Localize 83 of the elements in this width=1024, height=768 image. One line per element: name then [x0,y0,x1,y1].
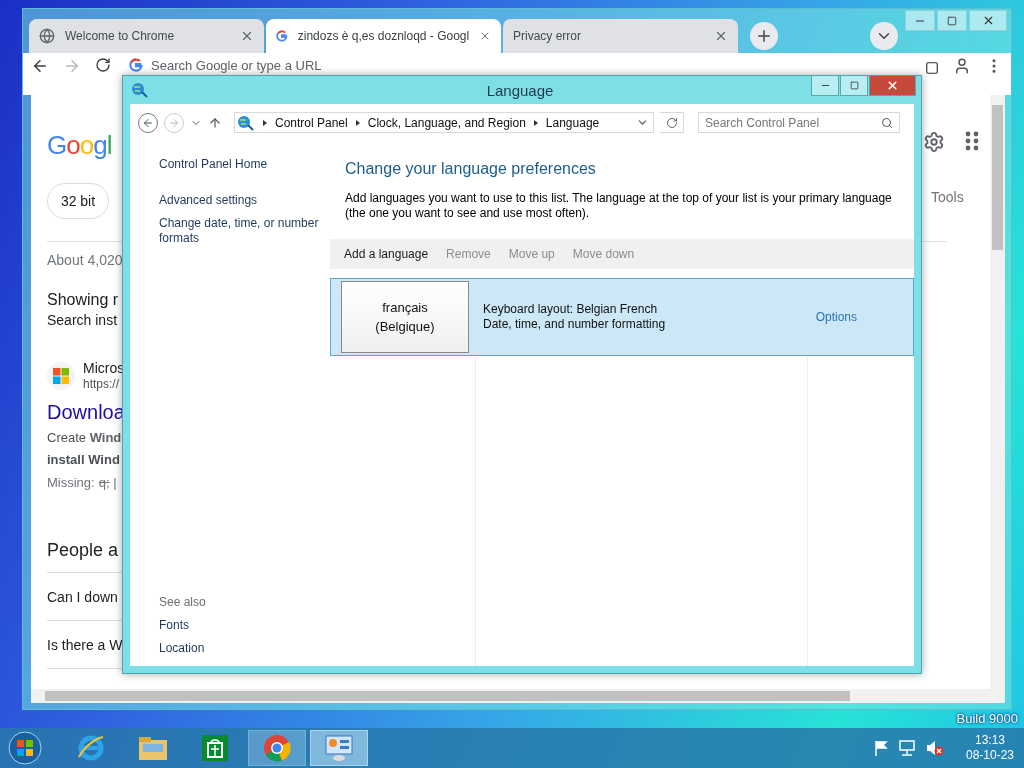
sidebar-link[interactable]: Location [159,641,330,656]
globe-icon [39,28,55,44]
close-icon[interactable] [240,29,254,43]
clock-date[interactable]: 08-10-23 [965,748,1014,763]
refresh-button[interactable] [660,112,684,133]
google-logo: Googl [47,129,113,162]
language-name: français [382,299,428,317]
breadcrumb-item[interactable]: Control Panel [275,115,348,130]
result-link[interactable]: Downloa [47,401,125,423]
close-icon[interactable] [479,29,491,43]
maximize-icon [849,81,859,90]
plus-icon [755,27,773,45]
flag-icon[interactable] [873,740,888,756]
refresh-icon [665,116,678,129]
separator: | [112,475,117,490]
browser-tab[interactable]: Welcome to Chrome [29,19,264,53]
reload-icon[interactable] [95,57,111,73]
toolbar-button[interactable]: Add a language [344,247,429,261]
maximize-button[interactable] [937,10,967,31]
sidebar-link[interactable]: Advanced settings [159,193,330,208]
language-detail: Keyboard layout: Belgian French [483,302,659,317]
google-g-icon [129,58,143,72]
new-tab-button[interactable] [750,22,778,50]
sidebar-link[interactable]: Change date, time, or number formats [159,216,330,246]
muted-speaker-icon[interactable] [925,740,944,756]
page-description: Add languages you want to use to this list. The language at the top of your list is your primary language (the one you want to see and use most often). [345,191,893,221]
missing-label: Missing: [47,475,95,490]
google-g-icon [276,29,288,43]
sidebar-link[interactable]: Fonts [159,618,330,633]
tools-button[interactable]: Tools [931,189,964,205]
close-button[interactable] [869,76,916,96]
language-row[interactable]: français (Belgique) Keyboard layout: Belgian French Date, time, and number formatting Options [330,278,914,356]
store-bag-icon [201,734,229,762]
browser-e-icon [76,733,106,763]
control-panel-icon [323,733,355,763]
close-icon[interactable] [714,29,728,43]
address-bar[interactable]: Control Panel Clock, Language, and Region Language [234,112,654,133]
language-region: (Belgique) [375,318,435,336]
result-snippet: Create Wind [47,430,122,445]
options-link[interactable]: Options [815,310,857,324]
back-icon[interactable] [31,57,49,75]
back-arrow-icon [142,116,154,129]
language-detail: Date, time, and number formatting [483,317,667,332]
apps-grid-icon[interactable] [965,131,979,151]
search-field[interactable]: Search Control Panel [698,112,900,133]
result-heading: Showing r [47,291,119,308]
result-snippet: install Wind [47,452,120,467]
taskbar-button[interactable] [248,730,306,766]
build-watermark: Build 9000 [956,711,1018,726]
network-icon[interactable] [897,740,916,756]
windows-logo-icon [47,362,75,390]
taskbar-button[interactable] [310,730,368,766]
close-button[interactable] [969,10,1007,31]
profile-icon[interactable] [953,57,971,75]
minimize-button[interactable] [905,10,935,31]
search-icon [881,116,893,129]
start-orb-icon[interactable] [8,731,42,765]
sidebar-link[interactable]: Control Panel Home [159,157,330,172]
settings-icon[interactable] [923,131,945,153]
result-stats: About 4,020 [47,252,123,268]
folder-icon [137,734,169,762]
breadcrumb-item[interactable]: Clock, Language, and Region [367,115,526,130]
missing-term: q; [98,475,110,490]
up-icon[interactable] [208,115,222,130]
breadcrumb-item[interactable]: Language [545,115,600,130]
browser-tab[interactable]: Privacy error [503,19,738,53]
bookmark-square-icon[interactable] [925,61,939,75]
close-icon [886,79,899,92]
horizontal-scrollbar[interactable] [31,689,1005,703]
window-title: Language [485,81,555,99]
site-url: https:// [83,376,121,392]
page-heading: Change your language preferences [345,160,597,178]
maximize-icon [947,15,957,26]
result-text: Search inst [47,312,118,328]
forward-arrow-icon [168,116,180,129]
chrome-icon [262,733,292,763]
minimize-button[interactable] [811,76,839,96]
browser-tab[interactable]: zindozs è q,es doznloqd - Googl [266,19,501,53]
see-also-heading: See also [159,595,207,610]
vertical-scrollbar[interactable] [990,95,1005,689]
tab-list-button[interactable] [870,22,898,50]
maximize-button[interactable] [840,76,868,96]
clock-time[interactable]: 13:13 [974,733,1005,748]
